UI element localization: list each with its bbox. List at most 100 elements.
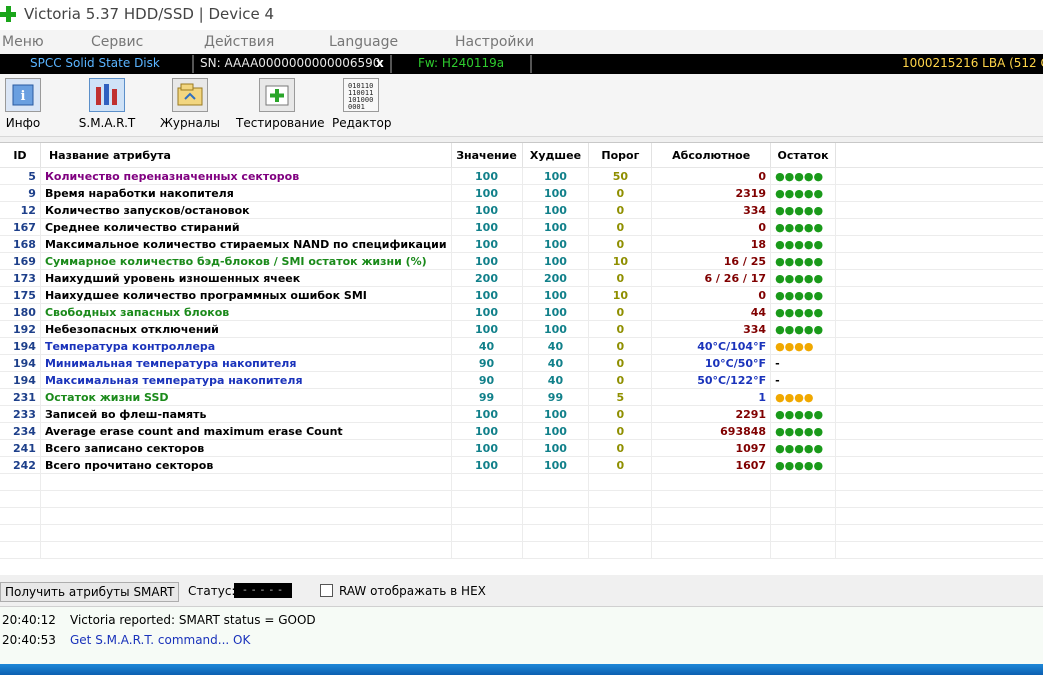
row-filler — [835, 456, 1043, 474]
tool-smart-button[interactable]: S.M.A.R.T — [76, 78, 138, 130]
empty-cell — [588, 507, 653, 525]
table-row[interactable]: 233 Записей во флеш-память 100 100 0 2291 ●●●●… — [0, 405, 1043, 423]
hex-checkbox[interactable] — [320, 584, 333, 597]
device-firmware: Fw: H240119a — [418, 56, 505, 70]
tool-label: Инфо — [5, 116, 41, 130]
attribute-name: Остаток жизни SSD — [40, 388, 452, 406]
tool-logs-button[interactable]: Журналы — [160, 78, 220, 130]
empty-cell — [770, 524, 837, 542]
header-remaining[interactable]: Остаток — [770, 143, 837, 168]
attribute-name: Минимальная температура накопителя — [40, 354, 452, 372]
table-row[interactable]: 167 Среднее количество стираний 100 100 0 0 ●●… — [0, 218, 1043, 236]
menu-item-language[interactable]: Language — [329, 34, 398, 50]
table-row[interactable]: 169 Суммарное количество бэд-блоков / SMI… — [0, 252, 1043, 270]
get-smart-button[interactable]: Получить атрибуты SMART — [0, 582, 180, 602]
attribute-threshold: 0 — [588, 439, 653, 457]
attribute-worst: 100 — [522, 252, 590, 270]
attribute-remaining: ●●●●● — [770, 184, 837, 202]
attribute-id: 194 — [0, 371, 41, 389]
attribute-remaining: ●●●●● — [770, 320, 837, 338]
attribute-threshold: 0 — [588, 320, 653, 338]
empty-cell — [451, 507, 523, 525]
menu-item-actions[interactable]: Действия — [204, 34, 274, 50]
table-row[interactable]: 168 Максимальное количество стираемых NAN… — [0, 235, 1043, 253]
attribute-absolute: 40°C/104°F — [651, 337, 772, 355]
attribute-value: 100 — [451, 439, 523, 457]
attribute-id: 194 — [0, 354, 41, 372]
row-filler — [835, 184, 1043, 202]
device-name[interactable]: SPCC Solid State Disk — [30, 56, 160, 70]
header-threshold[interactable]: Порог — [588, 143, 653, 168]
device-bar: SPCC Solid State Disk SN: AAAA0000000000… — [0, 54, 1043, 74]
attribute-threshold: 0 — [588, 371, 653, 389]
table-row[interactable]: 231 Остаток жизни SSD 99 99 5 1 ●●●● — [0, 388, 1043, 406]
empty-cell — [651, 541, 772, 559]
attribute-worst: 40 — [522, 354, 590, 372]
tool-label: S.M.A.R.T — [78, 116, 136, 130]
row-filler — [835, 354, 1043, 372]
empty-cell — [770, 507, 837, 525]
attribute-remaining: ●●●● — [770, 337, 837, 355]
header-worst[interactable]: Худшее — [522, 143, 590, 168]
attribute-threshold: 0 — [588, 269, 653, 287]
table-row[interactable]: 194 Максимальная температура накопителя 90… — [0, 371, 1043, 389]
hex-checkbox-label[interactable]: RAW отображать в HEX — [339, 584, 486, 598]
empty-cell — [588, 490, 653, 508]
table-row[interactable]: 5 Количество переназначенных секторов 100 1… — [0, 167, 1043, 185]
table-row[interactable]: 234 Average erase count and maximum erase… — [0, 422, 1043, 440]
menu-item-menu[interactable]: Меню — [2, 34, 44, 50]
attribute-threshold: 10 — [588, 252, 653, 270]
tool-editor-button[interactable]: 010110 110011 101000 0001 Редактор — [332, 78, 391, 130]
attribute-value: 200 — [451, 269, 523, 287]
attribute-value: 40 — [451, 337, 523, 355]
tool-info-button[interactable]: i Инфо — [2, 78, 44, 130]
tool-testing-button[interactable]: Тестирование — [236, 78, 325, 130]
attribute-worst: 99 — [522, 388, 590, 406]
header-absolute[interactable]: Абсолютное — [651, 143, 772, 168]
attribute-threshold: 0 — [588, 235, 653, 253]
attribute-remaining: ●●●●● — [770, 269, 837, 287]
attribute-id: 180 — [0, 303, 41, 321]
attribute-name: Количество запусков/остановок — [40, 201, 452, 219]
table-row[interactable]: 9 Время наработки накопителя 100 100 0 2319 ●●… — [0, 184, 1043, 202]
row-filler — [835, 388, 1043, 406]
status-indicator: - - - - - — [234, 583, 292, 598]
empty-row — [0, 524, 1043, 542]
empty-cell — [835, 507, 1043, 525]
attribute-threshold: 0 — [588, 405, 653, 423]
empty-row — [0, 507, 1043, 525]
tool-label: Тестирование — [236, 116, 325, 130]
menu-item-service[interactable]: Сервис — [91, 34, 143, 50]
row-filler — [835, 303, 1043, 321]
table-row[interactable]: 175 Наихудшее количество программных ошиб… — [0, 286, 1043, 304]
table-row[interactable]: 192 Небезопасных отключений 100 100 0 334 ●●●●… — [0, 320, 1043, 338]
log-entry: 20:40:53 Get S.M.A.R.T. command... OK — [0, 633, 1043, 651]
table-row[interactable]: 241 Всего записано секторов 100 100 0 1097 ●●●… — [0, 439, 1043, 457]
attribute-name: Небезопасных отключений — [40, 320, 452, 338]
table-row[interactable]: 194 Минимальная температура накопителя 90 4… — [0, 354, 1043, 372]
table-row[interactable]: 180 Свободных запасных блоков 100 100 0 44 ●●●… — [0, 303, 1043, 321]
attribute-remaining: ●●●●● — [770, 252, 837, 270]
close-device-button[interactable]: x — [376, 56, 384, 70]
empty-cell — [0, 524, 41, 542]
smart-icon — [89, 78, 125, 112]
row-filler — [835, 252, 1043, 270]
attribute-id: 169 — [0, 252, 41, 270]
attribute-value: 100 — [451, 422, 523, 440]
header-name[interactable]: Название атрибута — [40, 143, 452, 168]
table-row[interactable]: 194 Температура контроллера 40 40 0 40°C/104°… — [0, 337, 1043, 355]
attribute-value: 100 — [451, 320, 523, 338]
attribute-id: 173 — [0, 269, 41, 287]
attribute-name: Количество переназначенных секторов — [40, 167, 452, 185]
row-filler — [835, 371, 1043, 389]
header-id[interactable]: ID — [0, 143, 41, 168]
menu-item-settings[interactable]: Настройки — [455, 34, 534, 50]
attribute-name: Температура контроллера — [40, 337, 452, 355]
row-filler — [835, 422, 1043, 440]
log-entry: 20:40:12 Victoria reported: SMART status… — [0, 613, 1043, 631]
table-row[interactable]: 12 Количество запусков/остановок 100 100 0 33… — [0, 201, 1043, 219]
table-row[interactable]: 242 Всего прочитано секторов 100 100 0 1607 ●●… — [0, 456, 1043, 474]
attribute-worst: 100 — [522, 456, 590, 474]
header-value[interactable]: Значение — [451, 143, 523, 168]
table-row[interactable]: 173 Наихудший уровень изношенных ячеек 200… — [0, 269, 1043, 287]
